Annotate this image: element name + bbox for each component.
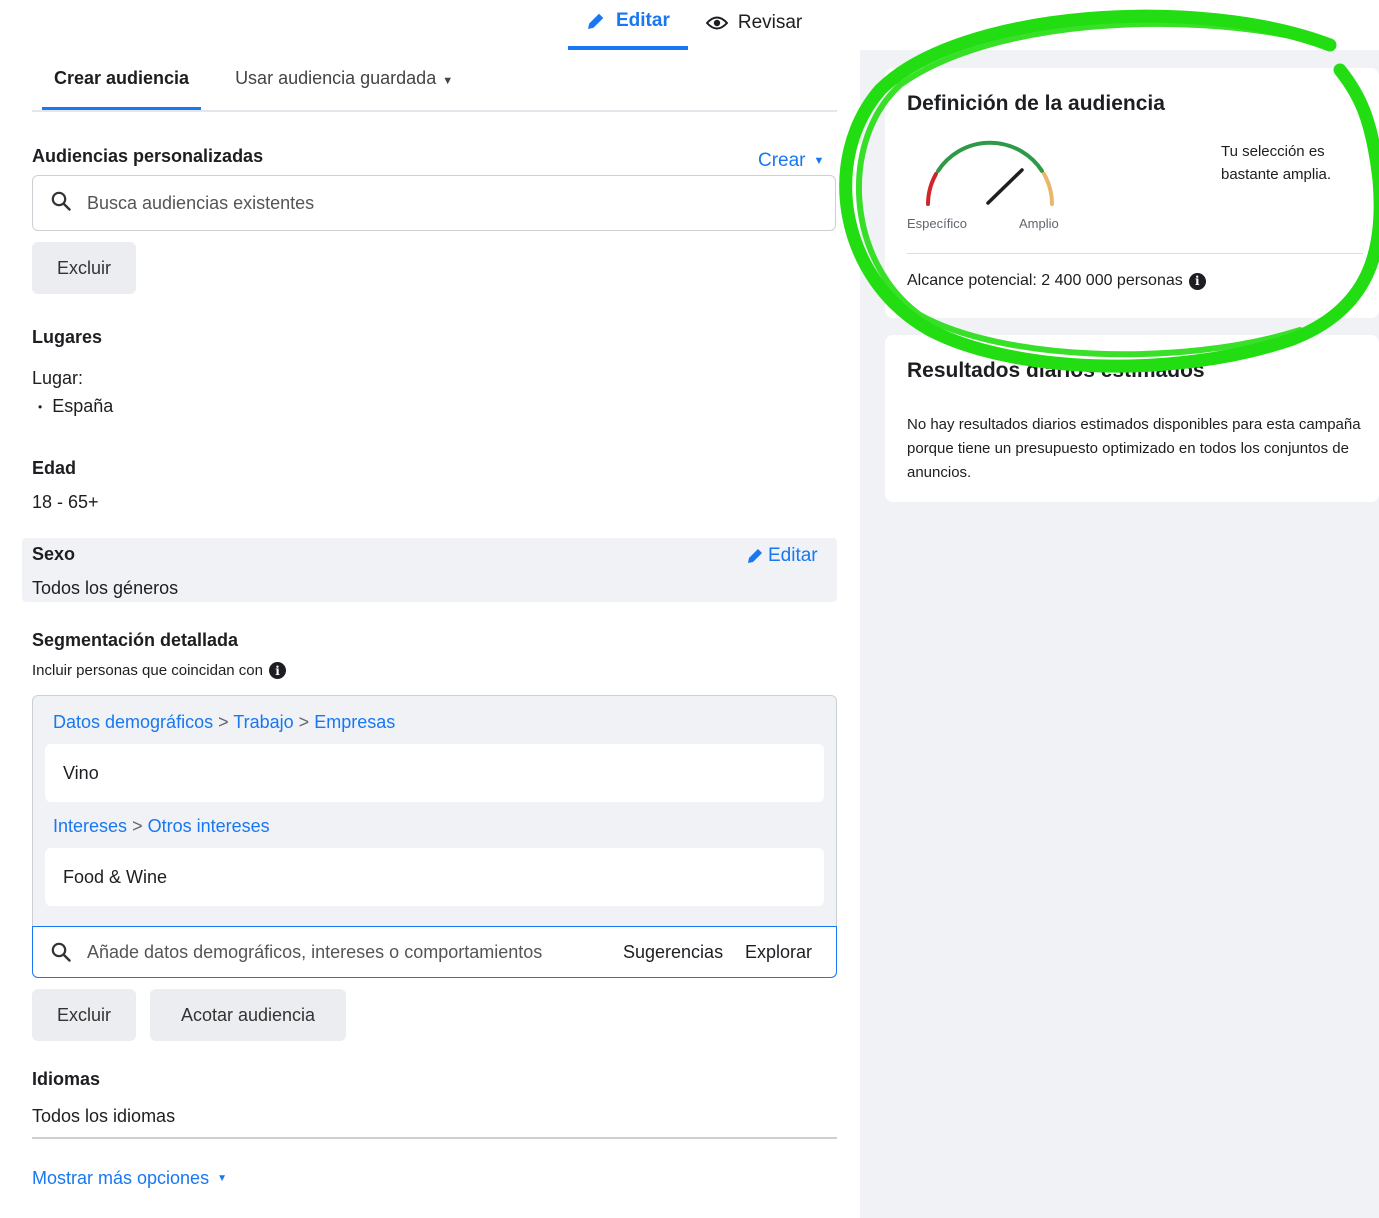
- gender-value: Todos los géneros: [32, 578, 179, 598]
- pencil-icon: [746, 547, 764, 565]
- edit-gender-label: Editar: [768, 545, 818, 566]
- breadcrumb-demographics[interactable]: Datos demográficos: [53, 712, 213, 732]
- exclude-label: Excluir: [56, 257, 111, 278]
- languages-title: Idiomas: [32, 1069, 101, 1089]
- narrow-audience-button[interactable]: Acotar audiencia: [150, 989, 346, 1041]
- location-name: España: [52, 396, 114, 416]
- search-icon: [51, 191, 71, 216]
- detailed-targeting-title: Segmentación detallada: [32, 630, 239, 650]
- detailed-targeting-box: Datos demográficos > Trabajo > Empresas …: [32, 695, 837, 978]
- breadcrumb-separator: >: [298, 712, 315, 732]
- age-title: Edad: [32, 458, 77, 478]
- info-icon[interactable]: i: [268, 662, 286, 679]
- divider: [907, 253, 1363, 254]
- daily-results-card: Resultados diarios estimados No hay resu…: [885, 335, 1379, 502]
- exclude-custom-audience-button[interactable]: Excluir: [32, 242, 136, 294]
- gauge-specific-label: Específico: [907, 216, 967, 231]
- locations-title: Lugares: [32, 327, 103, 347]
- caret-down-icon: ▼: [442, 75, 454, 87]
- edit-gender-button[interactable]: Editar: [746, 545, 818, 567]
- tab-review[interactable]: Revisar: [688, 0, 820, 46]
- audience-tabs: Crear audiencia Usar audiencia guardada ▼: [32, 60, 837, 112]
- audience-definition-card: Definición de la audiencia Específico Am…: [885, 68, 1379, 318]
- info-icon[interactable]: i: [1188, 272, 1206, 290]
- detailed-targeting-search-placeholder: Añade datos demográficos, intereses o co…: [87, 941, 543, 962]
- custom-audience-search-placeholder: Busca audiencias existentes: [87, 192, 315, 213]
- exclude-label: Excluir: [56, 1004, 111, 1025]
- detailed-targeting-subtitle-text: Incluir personas que coincidan con: [32, 662, 263, 679]
- mode-tabs: Editar Revisar: [568, 0, 820, 50]
- gauge-broad-label: Amplio: [1019, 216, 1059, 231]
- detailed-targeting-subtitle: Incluir personas que coincidan con i: [32, 662, 286, 679]
- targeting-item[interactable]: Vino: [45, 744, 824, 802]
- explore-button[interactable]: Explorar: [745, 942, 812, 963]
- eye-icon: [705, 15, 728, 31]
- bullet-icon: •: [38, 400, 43, 415]
- breadcrumb-interests[interactable]: Intereses: [53, 816, 127, 836]
- potential-reach: Alcance potencial: 2 400 000 personas i: [907, 272, 1206, 290]
- show-more-options-link[interactable]: Mostrar más opciones ▼: [32, 1168, 227, 1189]
- custom-audience-search-input[interactable]: Busca audiencias existentes: [32, 175, 836, 231]
- tab-edit[interactable]: Editar: [568, 0, 688, 50]
- suggestions-button[interactable]: Sugerencias: [623, 942, 723, 963]
- breadcrumb-separator: >: [218, 712, 234, 732]
- detailed-targeting-search-input[interactable]: Añade datos demográficos, intereses o co…: [32, 926, 837, 978]
- tab-create-audience[interactable]: Crear audiencia: [42, 60, 202, 110]
- breadcrumb-other-interests[interactable]: Otros intereses: [148, 816, 270, 836]
- breadcrumb: Datos demográficos > Trabajo > Empresas: [53, 712, 395, 733]
- create-audience-label: Crear: [758, 150, 806, 171]
- targeting-item-label: Food & Wine: [63, 866, 168, 887]
- audience-gauge-icon: [926, 140, 1054, 206]
- create-audience-button[interactable]: Crear ▼: [758, 150, 824, 172]
- location-list-item: • España: [38, 396, 113, 417]
- audience-breadth-text: Tu selección es bastante amplia.: [1221, 143, 1332, 183]
- targeting-item[interactable]: Food & Wine: [45, 848, 824, 906]
- breadcrumb-work[interactable]: Trabajo: [233, 712, 293, 732]
- tab-saved-audience-label: Usar audiencia guardada: [235, 68, 437, 88]
- breadcrumb: Intereses > Otros intereses: [53, 816, 270, 837]
- tab-saved-audience[interactable]: Usar audiencia guardada ▼: [223, 60, 465, 110]
- tab-review-label: Revisar: [737, 12, 803, 33]
- potential-reach-text: Alcance potencial: 2 400 000 personas: [907, 272, 1183, 289]
- audience-definition-title: Definición de la audiencia: [907, 92, 1165, 115]
- caret-down-icon: ▼: [813, 155, 825, 167]
- daily-results-title: Resultados diarios estimados: [907, 359, 1205, 382]
- audience-editor-panel: Crear audiencia Usar audiencia guardada ▼…: [0, 0, 858, 1218]
- targeting-item-label: Vino: [63, 762, 99, 783]
- breadcrumb-separator: >: [132, 816, 148, 836]
- age-value: 18 - 65+: [32, 492, 99, 512]
- divider: [32, 1137, 837, 1139]
- breadcrumb-companies[interactable]: Empresas: [314, 712, 395, 732]
- pencil-icon: [586, 11, 606, 31]
- tab-create-audience-label: Crear audiencia: [54, 68, 190, 88]
- place-label: Lugar:: [32, 368, 84, 388]
- languages-value: Todos los idiomas: [32, 1106, 176, 1126]
- daily-results-description: No hay resultados diarios estimados disp…: [907, 416, 1361, 481]
- gender-title: Sexo: [32, 544, 76, 564]
- search-icon: [51, 942, 71, 962]
- tab-edit-label: Editar: [616, 10, 670, 31]
- exclude-targeting-button[interactable]: Excluir: [32, 989, 136, 1041]
- narrow-audience-label: Acotar audiencia: [180, 1004, 316, 1025]
- caret-down-icon: ▼: [217, 1173, 227, 1184]
- show-more-options-label: Mostrar más opciones: [32, 1168, 210, 1188]
- custom-audiences-title: Audiencias personalizadas: [32, 146, 264, 166]
